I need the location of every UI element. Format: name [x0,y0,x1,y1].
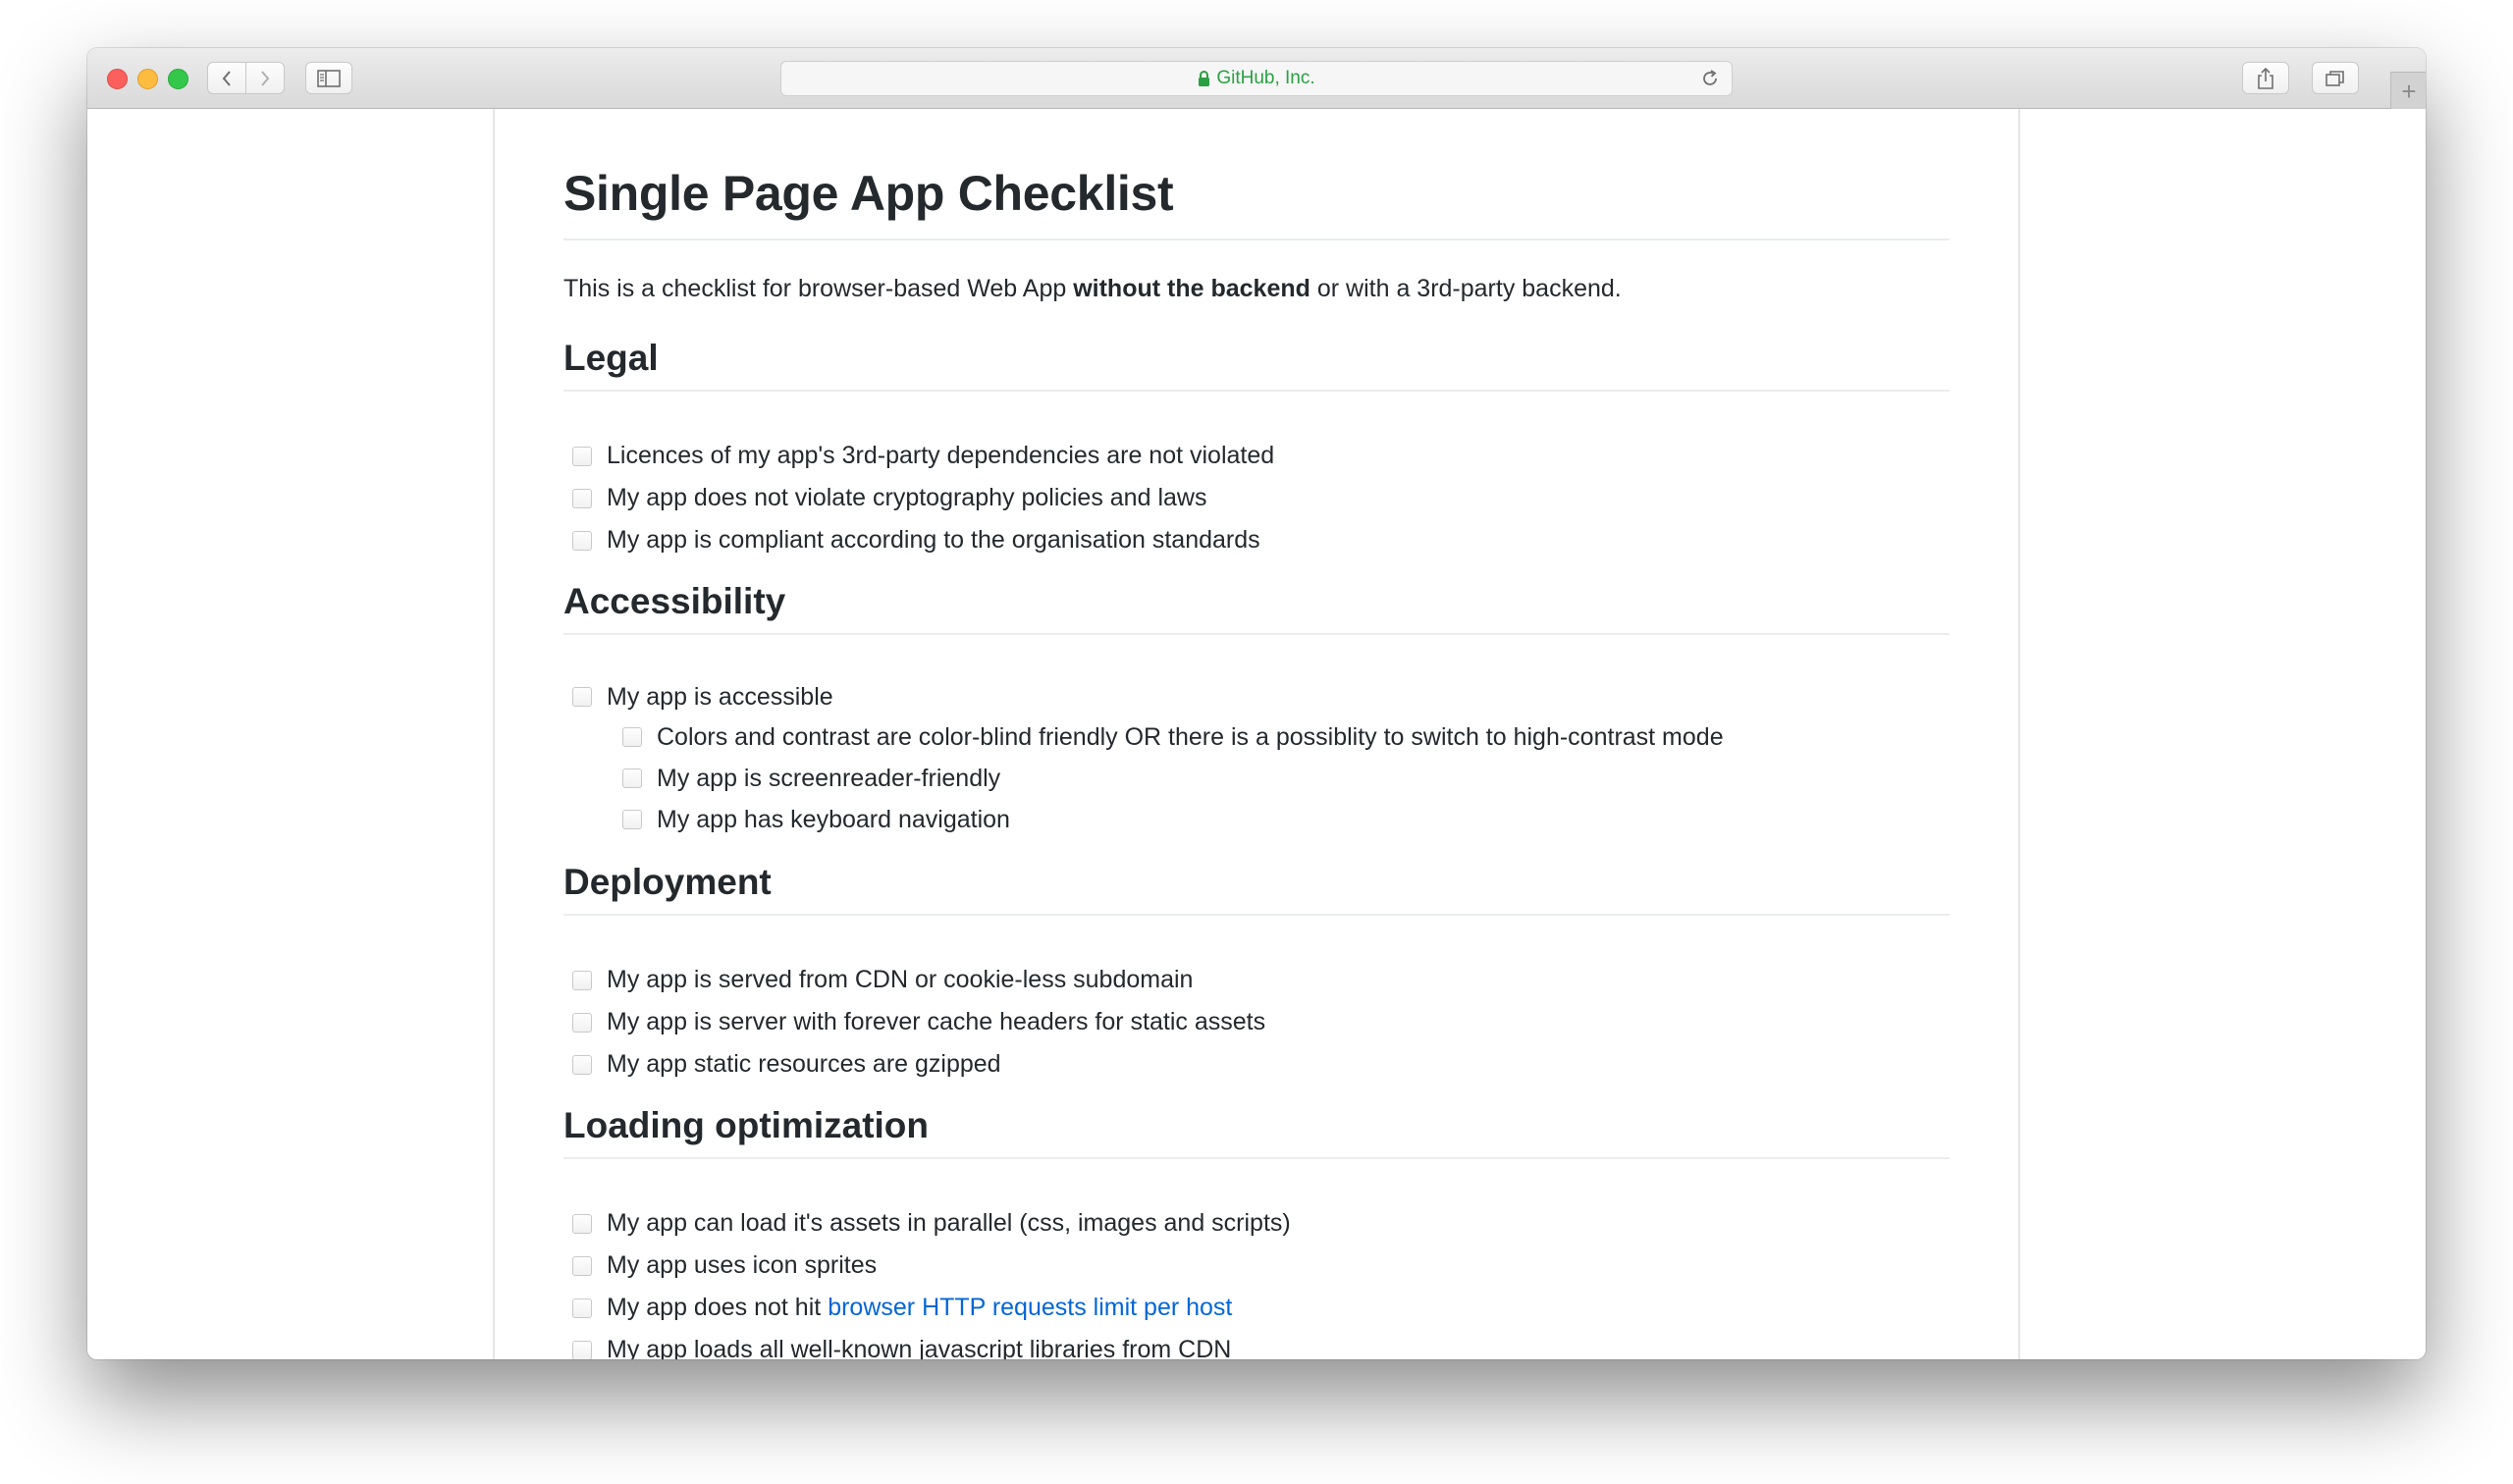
minimize-window-button[interactable] [137,69,158,89]
checkbox[interactable] [572,1298,592,1318]
right-column-border [2018,109,2020,1359]
checklist-item: My app loads all well-known javascript l… [563,1329,1291,1359]
checkbox[interactable] [572,530,592,551]
checklist-item: My app is accessible [563,677,1724,716]
browser-window: GitHub, Inc. + Single Page App Checklist… [87,48,2426,1359]
deployment-checklist: My app is served from CDN or cookie-less… [563,959,1265,1086]
forward-button[interactable] [245,62,285,94]
reload-icon[interactable] [1700,69,1720,88]
checkbox[interactable] [572,488,592,508]
item-label: My app loads all well-known javascript l… [607,1336,1232,1359]
page-title: Single Page App Checklist [563,164,1950,240]
intro-text-start: This is a checklist for browser-based We… [563,275,1067,302]
item-label: My app is server with forever cache head… [607,1008,1266,1035]
item-label: My app is compliant according to the org… [607,526,1260,554]
checkbox[interactable] [622,810,642,829]
intro-text-end: or with a 3rd-party backend. [1316,275,1622,302]
checklist-item: My app does not hit browser HTTP requests… [563,1287,1291,1329]
intro-text-bold: without the backend [1073,275,1310,302]
checklist-item: Licences of my app's 3rd-party dependenc… [563,435,1274,477]
plus-icon: + [2401,76,2417,106]
accessibility-checklist: My app is accessible Colors and contrast… [563,677,1724,840]
item-label: My app is screenreader-friendly [657,764,1001,792]
checklist-item: My app is compliant according to the org… [563,519,1274,561]
section-heading-deployment: Deployment [563,860,1950,916]
tabs-icon [2326,70,2344,86]
checkbox[interactable] [572,446,592,466]
address-bar[interactable]: GitHub, Inc. [780,61,1733,96]
legal-checklist: Licences of my app's 3rd-party dependenc… [563,435,1274,561]
sidebar-icon [317,69,341,87]
checklist-item: My app is server with forever cache head… [563,1001,1265,1043]
item-label: Licences of my app's 3rd-party dependenc… [607,442,1275,469]
back-button[interactable] [207,62,246,94]
checkbox[interactable] [572,1340,592,1359]
sidebar-toggle-button[interactable] [305,62,352,94]
checkbox[interactable] [572,1054,592,1075]
page-content: Single Page App Checklist This is a chec… [87,109,2426,1359]
lock-icon [1199,70,1210,86]
share-button[interactable] [2242,62,2289,94]
item-label: My app does not hit [607,1294,822,1321]
checklist-item: My app does not violate cryptography pol… [563,477,1274,519]
checkbox[interactable] [622,768,642,788]
checkbox[interactable] [572,687,592,707]
address-content: GitHub, Inc. [781,62,1732,95]
checklist-item: My app is served from CDN or cookie-less… [563,959,1265,1001]
checkbox[interactable] [572,970,592,990]
chevron-left-icon [222,70,231,86]
checkbox[interactable] [572,1213,592,1234]
item-label: My app is served from CDN or cookie-less… [607,966,1194,993]
checkbox[interactable] [572,1255,592,1276]
checkbox[interactable] [622,727,642,747]
item-label: My app has keyboard navigation [657,805,1010,833]
checkbox[interactable] [572,1012,592,1033]
item-label: Colors and contrast are color-blind frie… [657,722,1724,751]
checklist-item: My app can load it's assets in parallel … [563,1202,1291,1245]
item-label: My app static resources are gzipped [607,1050,1001,1078]
left-column-border [493,109,495,1359]
checklist-item: My app static resources are gzipped [563,1043,1265,1086]
section-heading-legal: Legal [563,336,1950,392]
checklist-item: My app uses icon sprites [563,1245,1291,1287]
item-label: My app uses icon sprites [607,1251,878,1279]
loading-checklist: My app can load it's assets in parallel … [563,1202,1291,1359]
checklist-subitem: My app is screenreader-friendly [563,758,1724,799]
section-heading-loading-optimization: Loading optimization [563,1103,1950,1159]
close-window-button[interactable] [107,69,128,89]
site-identity-label: GitHub, Inc. [1216,68,1315,88]
http-requests-limit-link[interactable]: browser HTTP requests limit per host [828,1294,1232,1322]
section-heading-accessibility: Accessibility [563,579,1950,635]
new-tab-button[interactable]: + [2390,72,2426,109]
item-label: My app does not violate cryptography pol… [607,484,1207,511]
chevron-right-icon [261,70,270,86]
browser-toolbar: GitHub, Inc. + [87,48,2426,109]
share-icon [2258,67,2273,89]
item-label: My app is accessible [607,682,833,711]
checklist-subitem: My app has keyboard navigation [563,799,1724,840]
tab-overview-button[interactable] [2312,62,2359,94]
zoom-window-button[interactable] [168,69,188,89]
intro-paragraph: This is a checklist for browser-based We… [563,273,1622,304]
checklist-subitem: Colors and contrast are color-blind frie… [563,716,1724,758]
item-label: My app can load it's assets in parallel … [607,1209,1291,1237]
